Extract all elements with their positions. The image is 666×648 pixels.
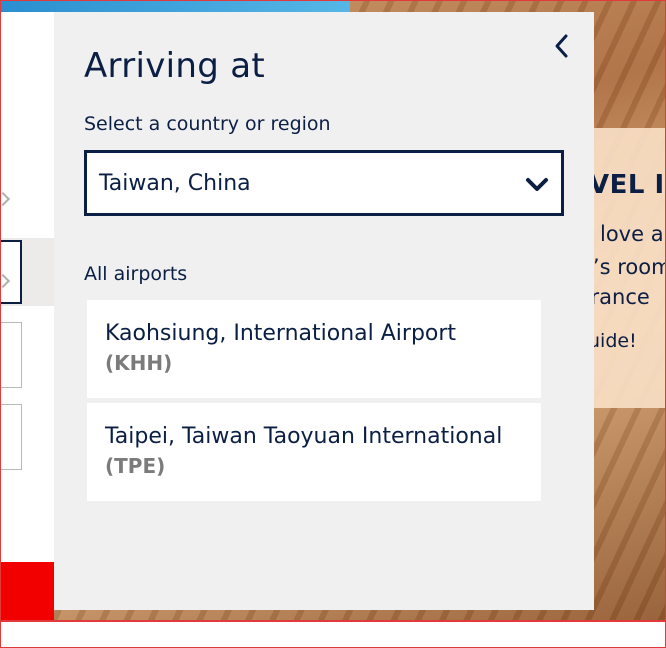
background-field — [0, 322, 22, 388]
background-search-button — [0, 562, 54, 620]
background-promo-card: VEL IN u love a e’s room France uide! — [592, 128, 666, 408]
airport-option-tpe[interactable]: Taipei, Taiwan Taoyuan International (TP… — [87, 403, 541, 501]
airport-list: Kaohsiung, International Airport (KHH) T… — [87, 300, 541, 506]
chevron-down-icon — [526, 178, 548, 191]
background-chevron-icon — [0, 191, 11, 207]
country-region-value: Taiwan, China — [99, 171, 251, 196]
airport-option-khh[interactable]: Kaohsiung, International Airport (KHH) — [87, 300, 541, 398]
all-airports-label: All airports — [84, 263, 188, 285]
promo-title: VEL IN — [592, 170, 666, 200]
chevron-left-icon — [555, 34, 568, 58]
background-divider — [0, 620, 666, 622]
back-button[interactable] — [548, 32, 576, 60]
panel-title: Arriving at — [84, 46, 266, 86]
background-left-panel — [0, 12, 54, 620]
background-field — [0, 404, 22, 470]
airport-name: Taipei, Taiwan Taoyuan International — [105, 424, 503, 449]
promo-text-line: France — [592, 285, 650, 309]
background-field — [0, 240, 22, 304]
promo-text-line: e’s room — [592, 255, 666, 279]
promo-link: uide! — [592, 330, 637, 352]
country-region-select[interactable]: Taiwan, China — [84, 150, 564, 216]
airport-name: Kaohsiung, International Airport — [105, 321, 457, 346]
region-select-label: Select a country or region — [84, 113, 331, 135]
promo-text-line: u love a — [592, 222, 664, 246]
airport-code: (TPE) — [105, 454, 166, 478]
airport-code: (KHH) — [105, 351, 173, 375]
arrival-airport-panel: Arriving at Select a country or region T… — [54, 12, 594, 610]
background-bottom-strip — [0, 620, 666, 648]
